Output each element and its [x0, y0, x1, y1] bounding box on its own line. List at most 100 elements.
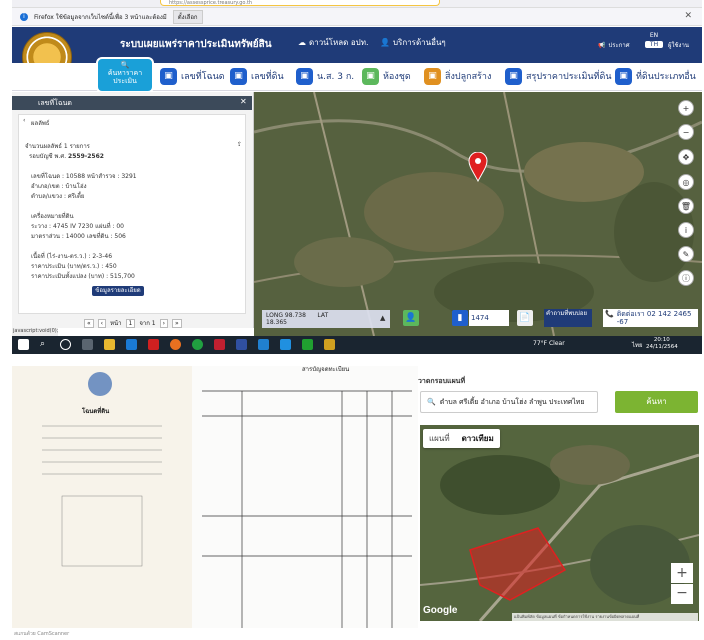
announce-link[interactable]: 📢 ประกาศ — [598, 40, 630, 50]
clock-date: 24/11/2564 — [646, 344, 678, 350]
phone-icon: 📞 — [605, 310, 614, 318]
edge-icon[interactable] — [126, 339, 137, 350]
info-circle-icon[interactable]: ⓘ — [678, 270, 694, 286]
zoom-out-button[interactable]: − — [671, 584, 693, 604]
nav-item[interactable]: ▣ สิ่งปลูกสร้าง — [424, 66, 491, 86]
weather-widget[interactable]: 77°F Clear — [533, 340, 565, 347]
firefox-icon[interactable] — [170, 339, 181, 350]
prev-page-button[interactable]: ‹ — [97, 318, 107, 328]
search-icon: 🔍 — [427, 398, 436, 406]
result-card: ‹ ผลลัพธ์ จำนวนผลลัพธ์ 1 รายการ ⇪ รอบบัญ… — [18, 114, 246, 314]
satellite-map[interactable] — [254, 92, 702, 336]
chevron-up-icon[interactable]: ▲ — [380, 314, 385, 322]
zoom-out-icon[interactable]: − — [678, 124, 694, 140]
lat-value: 18.365 — [266, 319, 287, 326]
app-icon[interactable] — [214, 339, 225, 350]
line-app-icon[interactable] — [302, 339, 313, 350]
service-label: บริการด้านอื่นๆ — [392, 38, 446, 47]
doc-icon: ▣ — [160, 67, 177, 85]
app-icon[interactable] — [236, 339, 247, 350]
book-icon: ▣ — [296, 67, 313, 85]
satellite-imagery — [254, 92, 702, 336]
user-menu[interactable]: ผู้ใช้งาน — [668, 40, 689, 50]
url-bar[interactable]: https://assessprice.treasury.go.th — [160, 0, 440, 6]
faq-button[interactable]: คำถามที่พบบ่อย — [544, 309, 592, 327]
nav-item-label: สรุปราคาประเมินที่ดิน — [526, 72, 612, 82]
detail-line: เครื่องหมายที่ดิน — [31, 213, 74, 220]
nav-item-label: สิ่งปลูกสร้าง — [445, 72, 492, 82]
nav-item-label: ที่ดินประเภทอื่น — [636, 72, 696, 82]
manual-icon[interactable]: 📄 — [517, 310, 533, 326]
language-switch[interactable]: EN TH — [645, 32, 663, 48]
detail-line: มาตราส่วน : 14000 เลขที่ดิน : 506 — [31, 233, 126, 240]
share-icon[interactable]: ⇪ — [237, 141, 242, 148]
google-map[interactable] — [420, 425, 699, 621]
last-page-button[interactable]: » — [172, 318, 182, 328]
map-search-input[interactable]: 🔍 ตำบล ศรีเตี้ย อำเภอ บ้านโฮ่ง ลำพูน ประ… — [420, 391, 598, 413]
input-language[interactable]: ไทย — [632, 340, 643, 350]
nav-item[interactable]: ▣ เลขที่โฉนด — [160, 66, 225, 86]
chevron-left-icon[interactable]: ‹ — [23, 117, 25, 124]
zoom-in-icon[interactable]: + — [678, 100, 694, 116]
nav-item[interactable]: ▣ สรุปราคาประเมินที่ดิน — [505, 66, 611, 86]
bar-chart-icon: ▮ — [452, 310, 468, 326]
nav-item-label: เลขที่โฉนด — [181, 72, 225, 82]
back-label[interactable]: ผลลัพธ์ — [31, 118, 50, 128]
nav-item-label: น.ส. 3 ก. — [317, 72, 355, 82]
lat-label: LAT — [317, 312, 329, 319]
info-icon[interactable]: i — [678, 222, 694, 238]
app-icon[interactable] — [324, 339, 335, 350]
locate-icon[interactable]: ◎ — [678, 174, 694, 190]
acrobat-icon[interactable] — [148, 339, 159, 350]
detail-line: ระวาง : 4745 IV 7230 แผ่นที่ : 00 — [31, 223, 124, 230]
notice-settings-button[interactable]: ตั้งเลือก — [172, 9, 203, 24]
contact-box[interactable]: 📞 ติดต่อเรา 02 142 2465 -67 — [603, 309, 698, 327]
tab-satellite[interactable]: ดาวเทียม — [456, 429, 500, 448]
announce-label: ประกาศ — [608, 42, 630, 49]
search-icon[interactable]: ⌕ — [40, 339, 51, 350]
download-link[interactable]: ☁ ดาวน์โหลด อปท. — [298, 36, 369, 49]
nav-item[interactable]: ▣ ห้องชุด — [362, 66, 411, 86]
location-pin-icon[interactable] — [468, 152, 488, 182]
next-page-button[interactable]: › — [159, 318, 168, 328]
first-page-button[interactable]: « — [84, 318, 94, 328]
cortana-icon[interactable] — [60, 339, 71, 350]
close-icon[interactable]: ✕ — [684, 11, 692, 21]
detail-button[interactable]: ข้อมูลรายละเอียด ⌃ — [92, 286, 144, 304]
other-icon: ▣ — [615, 67, 632, 85]
search-price-button[interactable]: 🔍 ค้นหาราคาประเมิน — [96, 57, 154, 93]
detail-line: เนื้อที่ (ไร่-งาน-ตร.ว.) : 2-3-46 — [31, 253, 113, 260]
house-icon: ▣ — [424, 67, 441, 85]
file-explorer-icon[interactable] — [104, 339, 115, 350]
close-icon[interactable]: ✕ — [240, 97, 247, 106]
clock[interactable]: 20:10 24/11/2564 — [646, 337, 678, 351]
trash-icon[interactable]: 🗑 — [678, 198, 694, 214]
scan-caption: สแกนด้วย CamScanner — [14, 631, 70, 637]
tab-map[interactable]: แผนที่ — [423, 429, 456, 448]
lang-en[interactable]: EN — [645, 32, 663, 39]
nav-item[interactable]: ▣ เลขที่ดิน — [230, 66, 284, 86]
nav-item[interactable]: ▣ น.ส. 3 ก. — [296, 66, 354, 86]
megaphone-icon: 📢 — [598, 41, 606, 49]
map-type-tabs: แผนที่ ดาวเทียม — [423, 429, 500, 448]
task-view-icon[interactable] — [82, 339, 93, 350]
contact-label: ติดต่อเรา — [616, 310, 645, 318]
windows-start-icon[interactable] — [18, 339, 29, 350]
zoom-in-button[interactable]: + — [671, 563, 693, 583]
google-logo: Google — [423, 605, 458, 616]
chrome-icon[interactable] — [192, 339, 203, 350]
zoom-app-icon[interactable] — [280, 339, 291, 350]
cloud-download-icon: ☁ — [298, 38, 306, 47]
app-icon[interactable] — [258, 339, 269, 350]
map-search-button[interactable]: ค้นหา — [615, 391, 698, 413]
page-input[interactable]: 1 — [125, 318, 136, 328]
detail-button-label: ข้อมูลรายละเอียด — [95, 287, 141, 294]
long-label: LONG — [266, 312, 283, 319]
search-icon: 🔍 — [120, 61, 130, 69]
pan-icon[interactable]: ✥ — [678, 149, 694, 165]
service-link[interactable]: 👤 บริการด้านอื่นๆ — [380, 36, 446, 49]
lang-th[interactable]: TH — [645, 41, 663, 48]
ruler-icon[interactable]: ✎ — [678, 246, 694, 262]
nav-item[interactable]: ▣ ที่ดินประเภทอื่น — [615, 66, 696, 86]
map-footer-links[interactable]: แป้นพิมพ์ลัด ข้อมูลแผนที่ ข้อกำหนดการใช้… — [512, 613, 698, 621]
